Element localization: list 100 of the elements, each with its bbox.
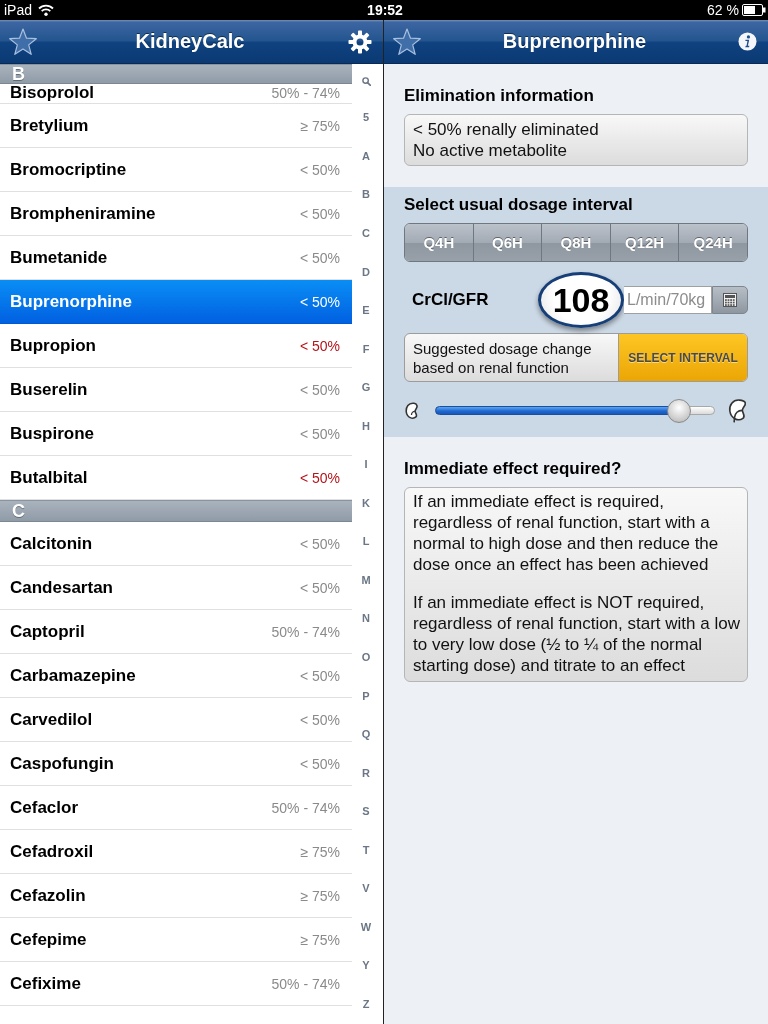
star-icon[interactable] [8,27,38,56]
index-letter[interactable]: E [362,304,370,318]
renal-elimination-percent: < 50% [299,425,340,442]
index-letter[interactable]: S [362,805,370,819]
renal-elimination-percent: < 50% [299,711,340,728]
calculator-button[interactable] [712,286,748,314]
renal-elimination-percent: 50% - 74% [271,975,340,992]
drug-name: Bumetanide [10,247,108,268]
drug-name: Cefadroxil [10,841,94,862]
index-letter[interactable]: 5 [362,111,370,125]
drug-name: Buprenorphine [10,291,132,312]
drug-row[interactable]: Bisoprolol 50% - 74% [0,84,352,104]
nav-title: KidneyCalc [135,30,245,53]
drug-name: Captopril [10,621,85,642]
crcl-label: CrCl/GFR [411,290,490,310]
kidney-icon [727,398,748,424]
drug-name: Bromocriptine [10,159,127,180]
drug-name: Brompheniramine [10,203,156,224]
index-letter[interactable]: G [361,381,371,395]
renal-elimination-percent: < 50% [299,755,340,772]
unit-field[interactable]: L/min/70kg [624,286,712,314]
index-letter[interactable]: L [362,535,370,549]
nav-title: Buprenorphine [502,30,647,53]
index-letter[interactable]: N [362,612,370,626]
drug-name: Cefazolin [10,885,86,906]
renal-elimination-percent: < 50% [299,249,340,266]
star-icon[interactable] [392,27,422,56]
renal-elimination-percent: < 50% [299,381,340,398]
index-letter[interactable]: P [362,689,370,703]
drug-name: Cefepime [10,929,87,950]
battery-icon [742,4,766,16]
section-header: C [0,500,352,522]
index-letter[interactable]: Z [362,997,370,1011]
drug-name: Butalbital [10,467,88,488]
renal-elimination-percent: ≥ 75% [300,843,340,860]
renal-elimination-percent: < 50% [299,205,340,222]
index-letter[interactable]: H [362,419,370,433]
elimination-line: No active metabolite [413,140,568,161]
device-name: iPad [4,2,33,18]
index-letter[interactable]: O [361,650,371,664]
index-letter[interactable]: Q [361,728,371,742]
advice-paragraph: If an immediate effect is NOT required, regardless of renal function, start with a low to very low dose (½ to ¼ of the normal starting dose) and titrate to an effect [413,592,740,676]
renal-elimination-percent: < 50% [299,535,340,552]
slider-thumb[interactable] [666,399,691,423]
index-letter[interactable]: B [362,188,370,202]
drug-name: Buserelin [10,379,88,400]
settings-icon[interactable] [348,29,372,54]
info-icon[interactable] [738,32,757,51]
drug-name: Cefaclor [10,797,79,818]
drug-name: Bretylium [10,115,89,136]
renal-elimination-percent: < 50% [299,337,340,354]
renal-elimination-percent: < 50% [299,469,340,486]
interval-segment[interactable]: Q12H [610,224,680,261]
section-heading: Elimination information [404,86,595,106]
search-icon[interactable] [361,76,371,86]
renal-function-slider[interactable] [434,399,716,423]
renal-elimination-percent: ≥ 75% [300,117,340,134]
small-kidney-icon [405,402,419,420]
interval-segment[interactable]: Q24H [679,224,747,261]
drug-name: Bupropion [10,335,96,356]
drug-name: Carvedilol [10,709,93,730]
drug-name: Cefixime [10,973,81,994]
calculator-icon [723,293,737,307]
index-letter[interactable]: Y [362,959,370,973]
interval-segment[interactable]: Q4H [405,224,474,261]
drug-name: Candesartan [10,577,113,598]
index-letter[interactable]: I [364,458,368,472]
drug-name: Caspofungin [10,753,114,774]
renal-elimination-percent: < 50% [299,293,340,310]
index-letter[interactable]: K [362,496,370,510]
drug-name: Bisoprolol [10,84,95,102]
select-interval-button[interactable]: SELECT INTERVAL [618,334,747,381]
index-letter[interactable]: M [361,573,371,587]
index-letter[interactable]: W [360,920,372,934]
drug-name: Calcitonin [10,533,93,554]
battery-percent: 62 % [707,2,739,18]
section-heading: Select usual dosage interval [404,195,634,215]
index-letter[interactable]: T [362,843,370,857]
section-heading: Immediate effect required? [404,459,623,479]
renal-elimination-percent: 50% - 74% [271,84,340,102]
index-letter[interactable]: C [362,226,370,240]
wifi-icon [38,4,55,16]
renal-elimination-percent: < 50% [299,667,340,684]
index-letter[interactable]: D [362,265,370,279]
advice-paragraph: If an immediate effect is required, regardless of renal function, start with a normal to high dose and then reduce the dose once an effect has been achieved [413,491,719,575]
interval-segment[interactable]: Q6H [473,224,543,261]
renal-elimination-percent: ≥ 75% [300,931,340,948]
index-letter[interactable]: A [362,149,370,163]
drug-name: Carbamazepine [10,665,136,686]
index-letter[interactable]: V [362,882,370,896]
drug-name: Buspirone [10,423,95,444]
crcl-value[interactable]: 108 [538,272,624,328]
suggestion-text: Suggested dosage change based on renal function [413,338,592,377]
drug-row[interactable]: Buprenorphine < 50% [0,280,352,324]
index-letter[interactable]: R [362,766,370,780]
index-letter[interactable]: F [362,342,370,356]
section-header: B [0,64,352,84]
interval-segment[interactable]: Q8H [542,224,611,261]
elimination-line: < 50% renally eliminated [413,119,599,140]
renal-elimination-percent: < 50% [299,161,340,178]
